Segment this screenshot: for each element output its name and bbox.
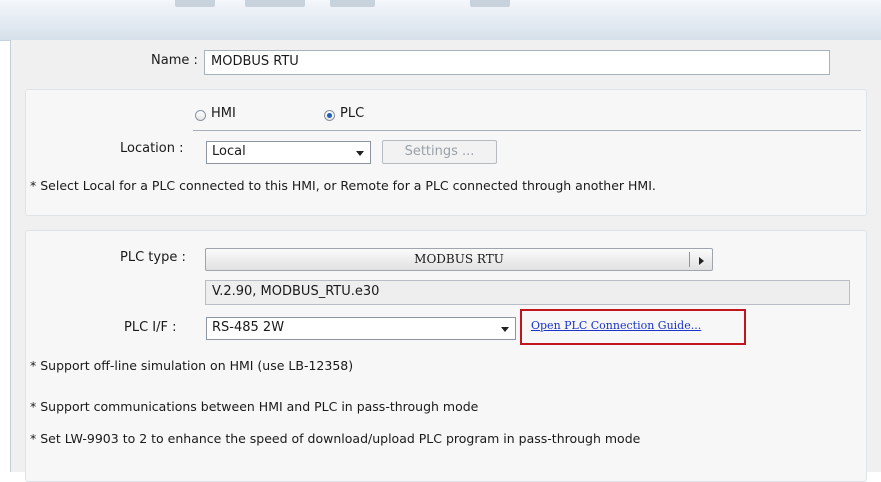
title-bar-tab-ghost [245, 0, 305, 7]
plc-type-label: PLC type : [120, 250, 186, 265]
divider [193, 130, 861, 131]
name-label: Name : [151, 53, 198, 68]
location-select-value: Local [212, 144, 246, 159]
plc-if-select-value: RS-485 2W [212, 320, 285, 335]
location-label: Location : [120, 141, 184, 156]
plc-note-2: * Support communications between HMI and… [30, 399, 479, 414]
plc-if-select[interactable]: RS-485 2W [206, 317, 516, 340]
plc-panel: PLC type : MODBUS RTU V.2.90, MODBUS_RTU… [25, 230, 867, 482]
plc-if-label: PLC I/F : [124, 320, 177, 335]
chevron-right-icon [699, 257, 704, 265]
settings-button[interactable]: Settings ... [382, 140, 497, 164]
plc-type-button[interactable]: MODBUS RTU [205, 248, 713, 271]
title-bar-tab-ghost [175, 0, 215, 7]
open-plc-connection-guide-link[interactable]: Open PLC Connection Guide... [531, 319, 701, 332]
chevron-down-icon [501, 326, 509, 332]
plc-type-separator [689, 252, 690, 267]
plc-type-value: MODBUS RTU [414, 252, 504, 266]
name-input[interactable]: MODBUS RTU [204, 50, 830, 75]
plc-note-3: * Set LW-9903 to 2 to enhance the speed … [30, 431, 641, 446]
hmi-radio-label: HMI [211, 106, 236, 121]
device-properties-dialog: Name : MODBUS RTU HMI PLC Location : Loc… [10, 40, 881, 482]
plc-note-1: * Support off-line simulation on HMI (us… [30, 358, 354, 373]
plc-version-field: V.2.90, MODBUS_RTU.e30 [205, 280, 850, 305]
connection-panel: HMI PLC Location : Local Settings ... * … [25, 89, 867, 216]
hmi-radio[interactable] [195, 110, 206, 121]
title-bar [0, 0, 881, 41]
plc-radio-label: PLC [340, 106, 365, 121]
title-bar-tab-ghost [330, 0, 375, 7]
location-select[interactable]: Local [206, 141, 371, 164]
location-note: * Select Local for a PLC connected to th… [30, 178, 656, 193]
chevron-down-icon [356, 150, 364, 156]
plc-radio[interactable] [324, 110, 335, 121]
title-bar-tab-ghost [470, 0, 510, 7]
